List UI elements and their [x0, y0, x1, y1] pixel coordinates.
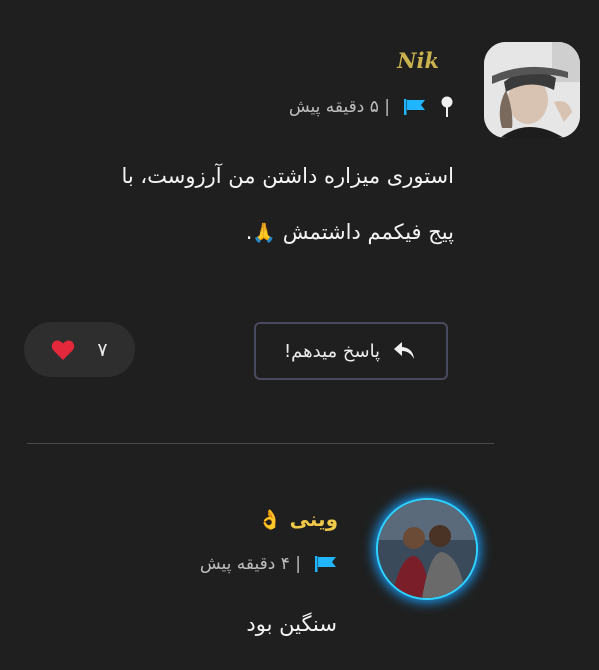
time-text: ۵ دقیقه پیش [288, 97, 379, 117]
avatar[interactable] [484, 42, 580, 138]
comment-text: پیج فیکمم داشتمش [282, 220, 454, 244]
comment-text-line: استوری میزاره داشتن من آرزوست، با [121, 164, 454, 188]
author-name[interactable]: Nik [397, 48, 439, 73]
timestamp: | ۵ دقیقه پیش [289, 97, 390, 117]
comment-meta: | ۵ دقیقه پیش [289, 95, 454, 119]
ok-hand-emoji: 👌 [257, 508, 282, 531]
time-separator: | [295, 554, 301, 574]
reply-button[interactable]: پاسخ میدهم! [254, 322, 448, 380]
flag-icon [315, 556, 336, 572]
user-photo [378, 500, 476, 598]
comments-page: Nik | ۵ دقیقه پیش استوری میزاره داشتن من… [0, 0, 599, 670]
divider [27, 443, 494, 444]
comment-body: استوری میزاره داشتن من آرزوست، با پیج فی… [34, 148, 454, 261]
avatar[interactable] [378, 500, 476, 598]
time-separator: | [384, 97, 390, 117]
reply-arrow-icon [394, 342, 415, 359]
author-name[interactable]: وینی 👌 [258, 507, 338, 531]
pin-icon [441, 96, 453, 117]
like-count: ۷ [97, 338, 108, 361]
comment-meta: | ۴ دقیقه پیش [200, 552, 337, 576]
user-photo [484, 42, 580, 138]
reply-label: پاسخ میدهم! [283, 340, 381, 362]
time-text: ۴ دقیقه پیش [199, 554, 290, 574]
pray-emoji: 🙏 [252, 222, 277, 244]
comment-text-line: پیج فیکمم داشتمش 🙏. [34, 204, 454, 261]
comment-body: سنگین بود [246, 612, 337, 636]
author-name-text: وینی [289, 507, 338, 531]
like-button[interactable]: ۷ [24, 322, 135, 377]
timestamp: | ۴ دقیقه پیش [200, 554, 301, 574]
flag-icon [404, 99, 425, 115]
heart-icon [52, 340, 75, 360]
text-period: . [245, 220, 253, 244]
